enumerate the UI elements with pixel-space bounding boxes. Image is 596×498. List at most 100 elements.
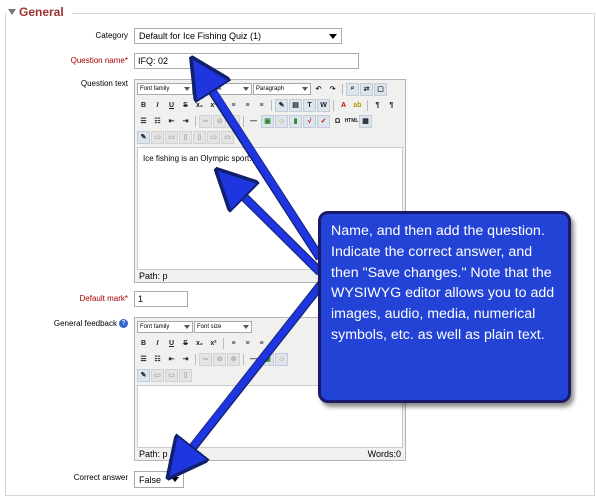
strikethrough-icon[interactable]: S [179,337,192,350]
general-feedback-label: General feedback? [54,319,128,329]
cleanup-icon[interactable]: ✎ [275,98,288,112]
bold-icon[interactable]: B [137,99,150,112]
emoticon-icon[interactable]: ☺ [275,114,288,128]
editor-path: Path: p [139,271,168,281]
highlight-color-icon[interactable]: ab [351,99,364,112]
bold-icon[interactable]: B [137,337,150,350]
align-right-icon[interactable]: ≡ [255,99,268,112]
link-icon[interactable]: ∞ [199,352,212,366]
find-icon[interactable]: ⌕ [346,82,359,96]
fullscreen-icon[interactable]: ▢ [374,82,387,96]
chevron-down-icon [184,325,190,329]
question-name-input[interactable]: IFQ: 02 [134,53,359,69]
special-char-icon[interactable]: Ω [331,115,344,128]
numbered-list-icon[interactable]: ☷ [151,353,164,366]
outdent-icon[interactable]: ⇤ [165,115,178,128]
subscript-icon[interactable]: x₂ [193,337,206,350]
horizontal-rule-icon[interactable]: — [247,353,260,366]
equation-icon[interactable]: √ [303,114,316,128]
question-text-label: Question text [80,79,128,88]
superscript-icon[interactable]: x² [207,337,220,350]
bullet-list-icon[interactable]: ☰ [137,115,150,128]
font-size-label: Font size [197,324,222,330]
moodle-nolink-icon[interactable]: ⊗ [227,352,240,366]
edit-icon[interactable]: ✎ [137,368,150,382]
separator [367,99,368,111]
split-cells-icon[interactable]: ▭ [221,130,234,144]
ltr-icon[interactable]: ¶ [371,99,384,112]
font-family-select[interactable]: Font family [137,321,193,333]
delete-row-icon[interactable]: ▭ [165,368,178,382]
italic-icon[interactable]: I [151,99,164,112]
moodle-nolink-icon[interactable]: ⊗ [227,114,240,128]
underline-icon[interactable]: U [165,337,178,350]
image-icon[interactable]: ▣ [261,352,274,366]
font-size-select[interactable]: Font size [194,83,252,95]
insert-col-icon[interactable]: ▯ [179,130,192,144]
media-icon[interactable]: ▮ [289,114,302,128]
font-size-select[interactable]: Font size [194,321,252,333]
separator [223,99,224,111]
numbered-list-icon[interactable]: ☷ [151,115,164,128]
redo-icon[interactable]: ↷ [326,83,339,96]
rtl-icon[interactable]: ¶ [385,99,398,112]
strikethrough-icon[interactable]: S [179,99,192,112]
replace-icon[interactable]: ⇄ [360,82,373,96]
delete-row-icon[interactable]: ▭ [165,130,178,144]
separator [271,99,272,111]
toolbar-row-3: ☰ ☷ ⇤ ⇥ ∞ ⊘ ⊗ — ▣ ☺ [137,352,288,366]
insert-col-icon[interactable]: ▯ [179,368,192,382]
indent-icon[interactable]: ⇥ [179,115,192,128]
delete-col-icon[interactable]: ▯ [193,130,206,144]
insert-row-icon[interactable]: ▭ [151,130,164,144]
edit-icon[interactable]: ✎ [137,130,150,144]
text-color-icon[interactable]: A [337,99,350,112]
editor-path: Path: p [139,449,168,459]
toolbar-row-3: ☰ ☷ ⇤ ⇥ ∞ ⊘ ⊗ — ▣ ☺ ▮ √ ✓ Ω HTML ▦ [137,114,372,128]
subscript-icon[interactable]: x₂ [193,99,206,112]
align-center-icon[interactable]: ≡ [241,99,254,112]
align-right-icon[interactable]: ≡ [255,337,268,350]
toolbar-row-2: B I U S x₂ x² ≡ ≡ ≡ ✎ ▤ T W A ab ¶ ¶ [137,98,398,112]
question-mark-icon[interactable]: ? [119,319,128,329]
separator [333,99,334,111]
paste-text-icon[interactable]: T [303,98,316,112]
category-label: Category [95,31,128,40]
correct-answer-select[interactable]: False [134,471,184,488]
italic-icon[interactable]: I [151,337,164,350]
chevron-down-icon [184,87,190,91]
table-icon[interactable]: ▦ [359,114,372,128]
unlink-icon[interactable]: ⊘ [213,114,226,128]
collapse-triangle-icon[interactable] [8,9,16,15]
html-source-icon[interactable]: HTML [345,115,359,128]
align-left-icon[interactable]: ≡ [227,337,240,350]
outdent-icon[interactable]: ⇤ [165,353,178,366]
insert-row-icon[interactable]: ▭ [151,368,164,382]
section-legend[interactable]: General [8,5,68,19]
indent-icon[interactable]: ⇥ [179,353,192,366]
image-icon[interactable]: ▣ [261,114,274,128]
undo-icon[interactable]: ↶ [312,83,325,96]
underline-icon[interactable]: U [165,99,178,112]
align-center-icon[interactable]: ≡ [241,337,254,350]
unlink-icon[interactable]: ⊘ [213,352,226,366]
correct-answer-label: Correct answer [73,473,128,482]
horizontal-rule-icon[interactable]: — [247,115,260,128]
default-mark-label: Default mark* [80,294,128,303]
bullet-list-icon[interactable]: ☰ [137,353,150,366]
default-mark-input[interactable]: 1 [134,291,188,307]
merge-cells-icon[interactable]: ▭ [207,130,220,144]
spellcheck-icon[interactable]: ✓ [317,114,330,128]
format-select[interactable]: Paragraph [253,83,311,95]
chevron-down-icon [171,477,179,482]
align-left-icon[interactable]: ≡ [227,99,240,112]
correct-answer-value: False [139,474,162,485]
superscript-icon[interactable]: x² [207,99,220,112]
category-select[interactable]: Default for Ice Fishing Quiz (1) [134,28,342,44]
separator [223,337,224,349]
font-family-select[interactable]: Font family [137,83,193,95]
emoticon-icon[interactable]: ☺ [275,352,288,366]
paste-icon[interactable]: ▤ [289,98,302,112]
link-icon[interactable]: ∞ [199,114,212,128]
paste-word-icon[interactable]: W [317,98,330,112]
